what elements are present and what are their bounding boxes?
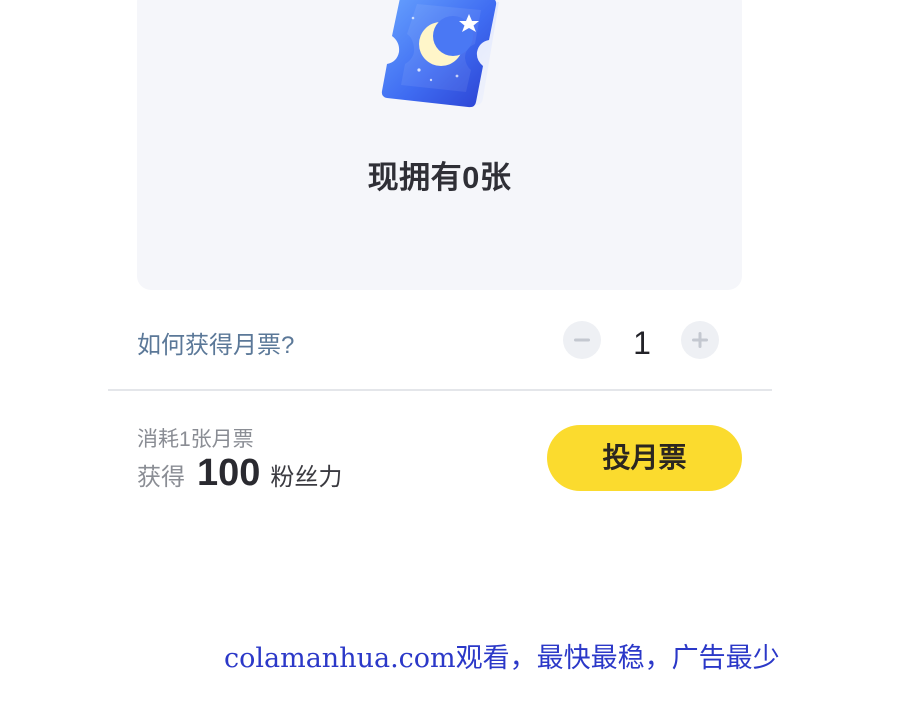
moon-ticket-icon bbox=[373, 0, 507, 112]
decrease-button[interactable] bbox=[563, 321, 601, 359]
quantity-stepper: 1 bbox=[563, 321, 720, 361]
minus-icon bbox=[574, 338, 590, 342]
vote-monthly-ticket-button[interactable]: 投月票 bbox=[547, 425, 742, 491]
site-watermark: colamanhua.com观看，最快最稳，广告最少 bbox=[224, 643, 780, 674]
monthly-ticket-card: 现拥有0张 bbox=[137, 0, 742, 290]
increase-button[interactable] bbox=[681, 321, 719, 359]
how-to-get-tickets-link[interactable]: 如何获得月票? bbox=[137, 325, 294, 360]
plus-icon bbox=[692, 332, 708, 348]
gain-row: 获得 100 粉丝力 bbox=[137, 452, 342, 498]
quantity-value: 1 bbox=[633, 325, 651, 361]
owned-ticket-count: 现拥有0张 bbox=[367, 160, 512, 195]
gain-amount: 100 bbox=[197, 452, 261, 494]
divider bbox=[108, 389, 772, 391]
gain-suffix: 粉丝力 bbox=[270, 464, 343, 491]
consume-text: 消耗1张月票 bbox=[137, 428, 254, 451]
gain-prefix: 获得 bbox=[137, 464, 185, 491]
